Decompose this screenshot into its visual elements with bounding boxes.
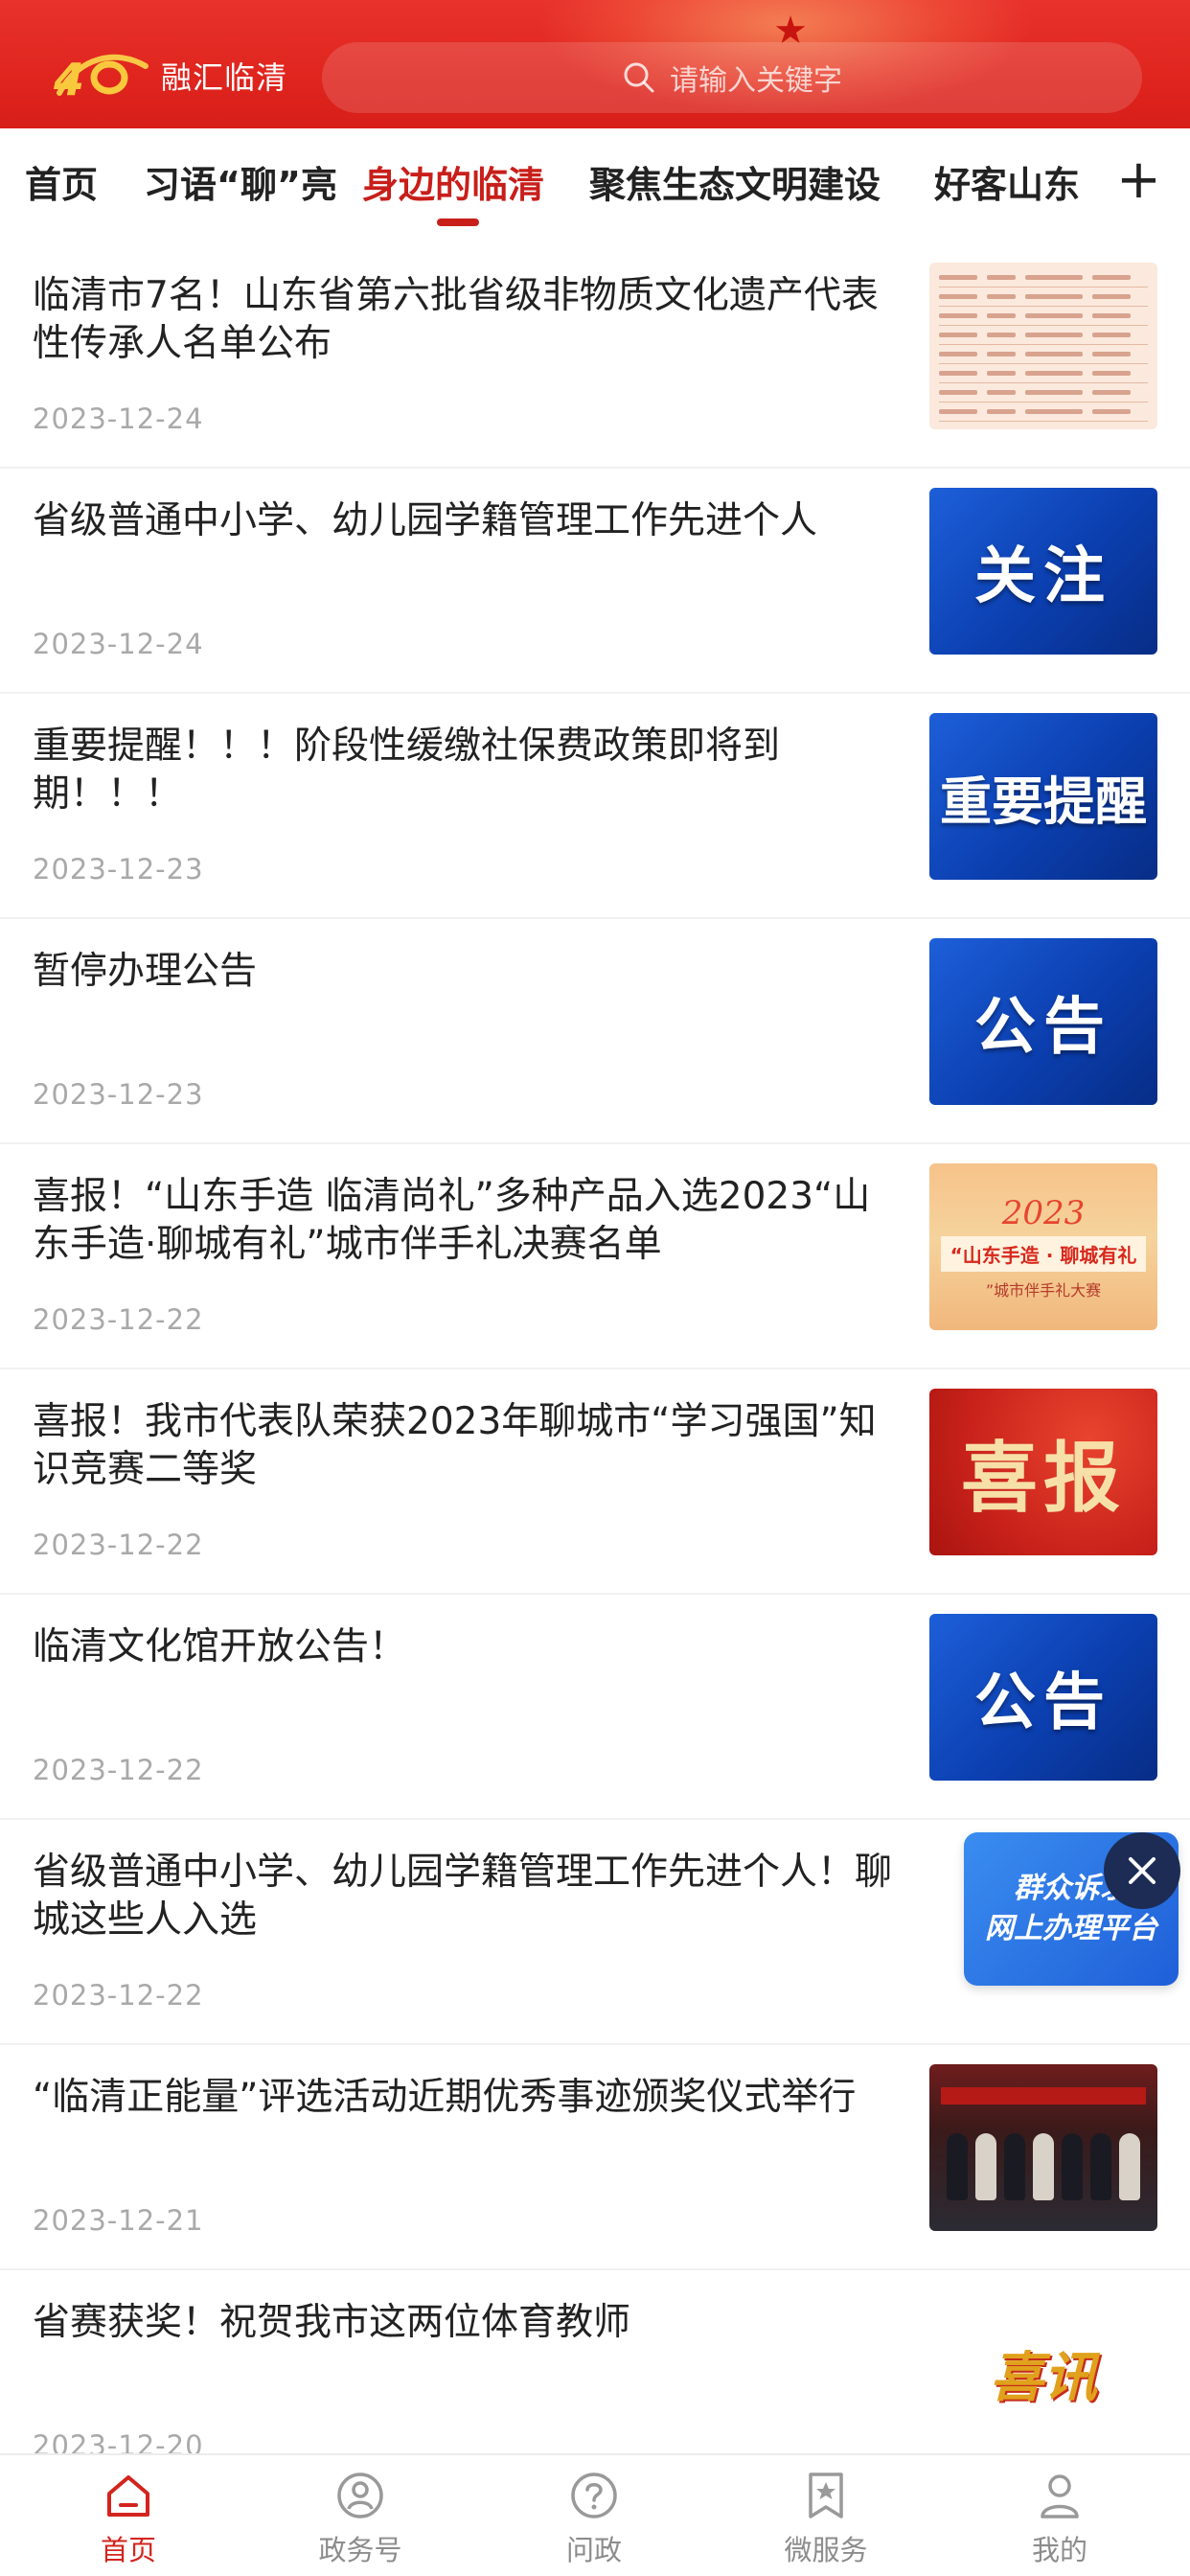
nav-account[interactable]: 政务号	[293, 2469, 427, 2574]
table-thumb-row	[939, 326, 1148, 345]
account-icon	[337, 2472, 383, 2518]
close-x-icon	[1129, 1857, 1156, 1884]
add-channel-icon[interactable]: +	[1116, 151, 1161, 209]
table-thumb-row	[939, 288, 1148, 307]
list-item[interactable]: 临清文化馆开放公告！ 2023-12-22 公告	[0, 1595, 1190, 1820]
photo-banner	[940, 2087, 1147, 2104]
close-icon[interactable]	[1104, 1832, 1180, 1909]
news-title: 省级普通中小学、幼儿园学籍管理工作先进个人！聊城这些人入选	[33, 1851, 893, 1942]
table-thumb-row	[939, 364, 1148, 383]
app-logo[interactable]: 4 融汇临清	[40, 42, 287, 109]
app-header: ★ 4 融汇临清 请输入关键字	[0, 0, 1190, 128]
list-item[interactable]: “临清正能量”评选活动近期优秀事迹颁奖仪式举行 2023-12-21	[0, 2045, 1190, 2270]
news-title: 重要提醒！！！阶段性缓缴社保费政策即将到期！！！	[33, 724, 781, 816]
table-thumb-row	[939, 402, 1148, 422]
thumbnail-band: “山东手造 · 聊城有礼	[940, 1235, 1147, 1272]
table-thumb-row	[939, 307, 1148, 326]
news-thumbnail: 喜报	[929, 1389, 1157, 1555]
photo-person	[1090, 2133, 1111, 2200]
news-title: 暂停办理公告	[33, 950, 258, 993]
tab-shenbian-linqing[interactable]: 身边的临清	[362, 155, 544, 208]
news-thumbnail	[929, 263, 1157, 429]
tab-home[interactable]: 首页	[25, 155, 98, 208]
list-item[interactable]: 喜报！“山东手造 临清尚礼”多种产品入选2023“山东手造·聊城有礼”城市伴手礼…	[0, 1144, 1190, 1369]
thumbnail-text: 喜报	[961, 1433, 1126, 1523]
thumbnail-sub: ”城市伴手礼大赛	[985, 1280, 1102, 1300]
star-bookmark-icon	[809, 2472, 843, 2518]
logo-text: 融汇临清	[161, 59, 288, 96]
thumbnail-text: 公告	[974, 1668, 1112, 1738]
nav-label: 问政	[565, 2534, 622, 2566]
thumbnail-year: 2023	[1001, 1193, 1086, 1232]
home-icon	[107, 2475, 149, 2517]
photo-person	[1004, 2133, 1025, 2200]
news-title: 省赛获奖！祝贺我市这两位体育教师	[33, 2301, 631, 2344]
logo-40-icon: 4	[53, 54, 149, 104]
list-item[interactable]: 省级普通中小学、幼儿园学籍管理工作先进个人 2023-12-24 关注	[0, 469, 1190, 694]
news-date: 2023-12-24	[33, 628, 204, 660]
list-item[interactable]: 临清市7名！山东省第六批省级非物质文化遗产代表性传承人名单公布 2023-12-…	[0, 243, 1190, 469]
news-thumbnail: 公告	[929, 938, 1157, 1105]
search-placeholder: 请输入关键字	[670, 64, 842, 98]
nav-label: 首页	[100, 2534, 156, 2566]
news-title: 临清市7名！山东省第六批省级非物质文化遗产代表性传承人名单公布	[33, 274, 879, 365]
news-date: 2023-12-23	[33, 1078, 204, 1111]
thumbnail-text: 重要提醒	[940, 770, 1147, 832]
nav-label: 政务号	[318, 2534, 402, 2566]
user-icon	[1041, 2474, 1079, 2518]
news-title: “临清正能量”评选活动近期优秀事迹颁奖仪式举行	[33, 2076, 857, 2119]
news-thumbnail	[929, 2064, 1157, 2231]
nav-mine[interactable]: 我的	[993, 2469, 1127, 2574]
active-tab-indicator	[437, 218, 479, 226]
news-thumbnail: 关注	[929, 488, 1157, 655]
nav-micro-service[interactable]: 微服务	[759, 2469, 893, 2574]
thumbnail-text: 关注	[974, 541, 1112, 612]
channel-tabs: 首页 习语“聊”亮 身边的临清 聚焦生态文明建设 好客山东 +	[0, 128, 1190, 243]
thumbnail-text: 喜讯	[990, 2345, 1097, 2409]
photo-person	[1062, 2133, 1083, 2200]
news-date: 2023-12-22	[33, 1754, 204, 1786]
news-title: 省级普通中小学、幼儿园学籍管理工作先进个人	[33, 499, 818, 542]
list-item[interactable]: 喜报！我市代表队荣获2023年聊城市“学习强国”知识竞赛二等奖 2023-12-…	[0, 1369, 1190, 1595]
svg-text:4: 4	[53, 54, 84, 104]
news-date: 2023-12-24	[33, 402, 204, 435]
badge-line-2: 网上办理平台	[985, 1912, 1157, 1945]
news-list: 临清市7名！山东省第六批省级非物质文化遗产代表性传承人名单公布 2023-12-…	[0, 243, 1190, 2496]
news-thumbnail: 2023 “山东手造 · 聊城有礼 ”城市伴手礼大赛	[929, 1163, 1157, 1330]
photo-person	[975, 2133, 996, 2200]
nav-home[interactable]: 首页	[61, 2469, 195, 2574]
tab-xiyu[interactable]: 习语“聊”亮	[144, 155, 337, 208]
search-input[interactable]: 请输入关键字	[322, 42, 1142, 113]
news-date: 2023-12-22	[33, 1303, 204, 1336]
thumbnail-text: 公告	[974, 992, 1112, 1063]
table-thumb-row	[939, 345, 1148, 364]
news-thumbnail: 重要提醒	[929, 713, 1157, 880]
news-title: 喜报！“山东手造 临清尚礼”多种产品入选2023“山东手造·聊城有礼”城市伴手礼…	[33, 1175, 871, 1266]
photo-person	[947, 2133, 968, 2200]
news-date: 2023-12-22	[33, 1979, 204, 2012]
news-date: 2023-12-22	[33, 1529, 204, 1561]
photo-person	[1119, 2133, 1140, 2200]
photo-person	[1033, 2133, 1054, 2200]
nav-label: 微服务	[784, 2534, 868, 2566]
list-item[interactable]: 暂停办理公告 2023-12-23 公告	[0, 919, 1190, 1144]
bottom-nav: 首页 政务号 问政 微服务 我的	[0, 2453, 1190, 2576]
tab-ecology[interactable]: 聚焦生态文明建设	[589, 155, 881, 208]
nav-label: 我的	[1031, 2534, 1087, 2566]
table-thumb-row	[939, 383, 1148, 402]
table-thumb-row	[939, 268, 1148, 288]
news-title: 临清文化馆开放公告！	[33, 1625, 407, 1668]
tab-haoke-shandong[interactable]: 好客山东	[934, 155, 1080, 208]
news-date: 2023-12-23	[33, 853, 204, 886]
question-icon	[571, 2472, 617, 2518]
news-title: 喜报！我市代表队荣获2023年聊城市“学习强国”知识竞赛二等奖	[33, 1400, 877, 1491]
news-thumbnail: 喜讯	[929, 2289, 1157, 2456]
news-thumbnail: 公告	[929, 1614, 1157, 1781]
list-item[interactable]: 重要提醒！！！阶段性缓缴社保费政策即将到期！！！ 2023-12-23 重要提醒	[0, 694, 1190, 919]
search-icon	[624, 62, 654, 93]
news-date: 2023-12-21	[33, 2204, 204, 2237]
photo-people	[947, 2133, 1140, 2200]
nav-wenzheng[interactable]: 问政	[527, 2469, 661, 2574]
